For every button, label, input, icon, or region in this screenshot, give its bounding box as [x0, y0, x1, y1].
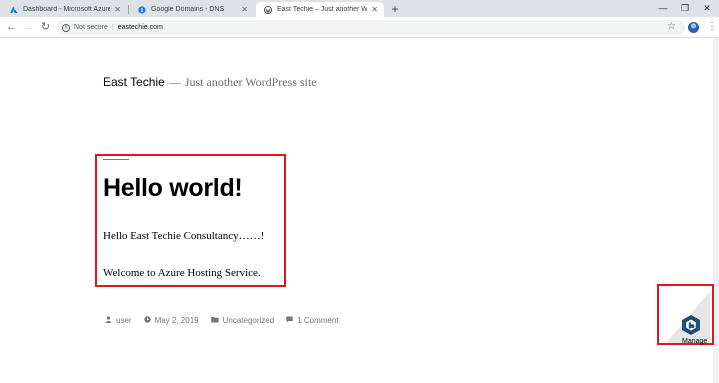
back-button[interactable]: ←: [4, 20, 19, 35]
site-tagline: Just another WordPress site: [184, 75, 317, 89]
post-paragraph: Welcome to Azure Hosting Service.: [103, 267, 261, 279]
maximize-button[interactable]: ❐: [675, 1, 695, 15]
azure-icon: [10, 6, 18, 14]
post-author[interactable]: user: [105, 316, 132, 325]
close-icon[interactable]: ✕: [371, 5, 378, 14]
author-link[interactable]: user: [116, 316, 132, 325]
new-tab-button[interactable]: +: [388, 2, 402, 16]
info-icon[interactable]: i: [62, 23, 70, 32]
manage-button[interactable]: Manage: [660, 287, 712, 345]
browser-toolbar: ← → ↻ i Not secure | eastechie.com ☆ ⋮: [0, 17, 719, 38]
post-category[interactable]: Uncategorized: [210, 316, 275, 325]
url-text[interactable]: eastechie.com: [118, 24, 163, 31]
page-viewport: East Techie — Just another WordPress site …: [0, 38, 719, 383]
tab-azure-dashboard[interactable]: Dashboard - Microsoft Azure ✕: [2, 2, 127, 17]
post-paragraph: Hello East Techie Consultancy……!: [103, 230, 265, 242]
reload-button[interactable]: ↻: [38, 20, 53, 35]
post-date[interactable]: May 2, 2019: [143, 316, 199, 325]
post-meta: user May 2, 2019 Uncategorized 1 Comment: [105, 316, 351, 325]
bookmark-star-icon[interactable]: ☆: [667, 21, 676, 33]
tab-east-techie[interactable]: East Techie – Just another WordPre ✕: [256, 2, 384, 17]
post-title[interactable]: Hello world!: [103, 174, 243, 203]
folder-icon: [210, 316, 219, 325]
close-icon[interactable]: ✕: [241, 5, 248, 14]
profile-avatar[interactable]: [688, 22, 699, 33]
post-comments[interactable]: 1 Comment: [286, 316, 339, 325]
security-label: Not secure: [74, 24, 108, 31]
address-divider: |: [111, 24, 114, 31]
site-title[interactable]: East Techie: [103, 75, 165, 89]
site-separator: —: [168, 75, 181, 89]
tab-strip: Dashboard - Microsoft Azure ✕ Google Dom…: [0, 0, 719, 17]
person-icon: [105, 316, 112, 325]
date-link[interactable]: May 2, 2019: [155, 316, 199, 325]
comments-link[interactable]: 1 Comment: [297, 316, 338, 325]
minimize-button[interactable]: —: [653, 1, 673, 15]
clock-icon: [143, 316, 151, 325]
forward-button[interactable]: →: [21, 20, 36, 35]
tab-title: Dashboard - Microsoft Azure: [23, 6, 111, 13]
category-link[interactable]: Uncategorized: [223, 316, 275, 325]
tab-title: East Techie – Just another WordPre: [277, 6, 368, 13]
address-bar[interactable]: i Not secure | eastechie.com: [56, 20, 685, 35]
close-icon[interactable]: ✕: [114, 5, 121, 14]
tab-separator: [128, 5, 129, 14]
tab-google-domains[interactable]: Google Domains - DNS ✕: [130, 2, 254, 17]
hexagon-logo-icon: [682, 315, 700, 335]
manage-label[interactable]: Manage: [682, 338, 707, 345]
wordpress-icon: [264, 5, 272, 14]
comment-icon: [286, 316, 293, 325]
browser-menu-icon[interactable]: ⋮: [707, 21, 717, 33]
site-header: East Techie — Just another WordPress site: [103, 73, 317, 91]
google-domains-icon: [138, 5, 146, 14]
post-divider: [103, 159, 129, 160]
close-window-button[interactable]: ✕: [697, 1, 717, 15]
tab-title: Google Domains - DNS: [151, 6, 225, 13]
